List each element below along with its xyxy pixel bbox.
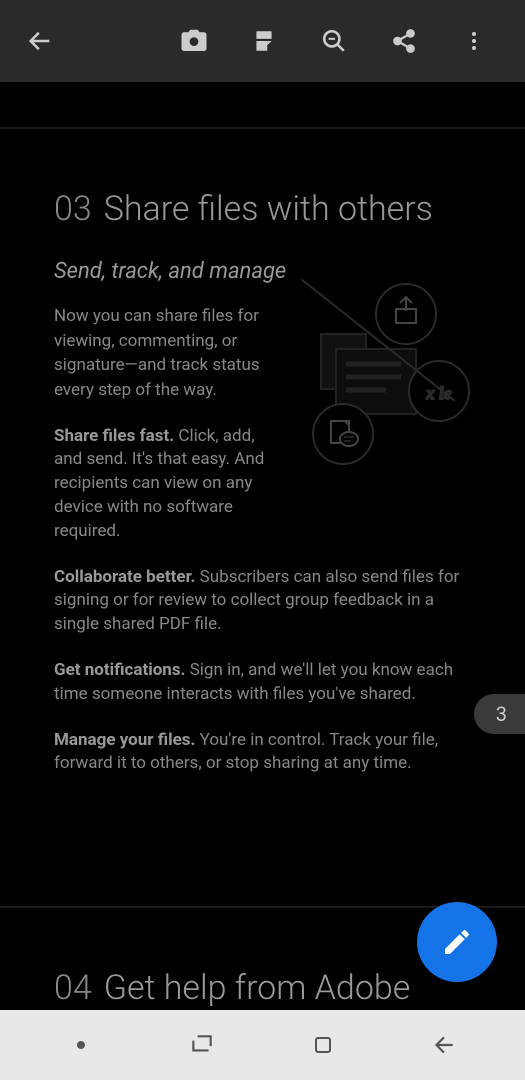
share-illustration-icon: x le <box>301 279 471 479</box>
system-nav-bar <box>0 1010 525 1080</box>
section-intro: Now you can share files for viewing, com… <box>54 304 279 403</box>
bullet-notifications: Get notifications. Sign in, and we'll le… <box>54 659 471 707</box>
nav-back[interactable] <box>404 1025 484 1065</box>
pencil-icon <box>441 926 473 958</box>
back-button[interactable] <box>16 17 64 65</box>
section-number: 03 <box>54 189 92 229</box>
home-icon <box>311 1033 335 1057</box>
back-icon <box>431 1032 457 1058</box>
edit-fab[interactable] <box>417 902 497 982</box>
top-app-bar <box>0 0 525 82</box>
section-number: 04 <box>54 968 92 1008</box>
section-heading: 04 Get help from Adobe <box>54 968 471 1008</box>
camera-button[interactable] <box>159 17 229 65</box>
nav-assistant[interactable] <box>41 1025 121 1065</box>
bullet-bold: Manage your files. <box>54 730 195 750</box>
search-icon <box>321 28 347 54</box>
section-title-text: Share files with others <box>104 189 433 229</box>
bullet-collaborate: Collaborate better. Subscribers can also… <box>54 566 471 637</box>
bullet-bold: Get notifications. <box>54 660 185 680</box>
share-icon <box>391 28 417 54</box>
bullet-bold: Collaborate better. <box>54 567 195 587</box>
share-button[interactable] <box>369 17 439 65</box>
camera-icon <box>179 26 209 56</box>
page-view-button[interactable] <box>229 17 299 65</box>
bullet-manage: Manage your files. You're in control. Tr… <box>54 729 471 777</box>
recents-icon <box>189 1032 215 1058</box>
search-button[interactable] <box>299 17 369 65</box>
bullet-share-fast: Share files fast. Click, add, and send. … <box>54 425 284 544</box>
dot-icon <box>76 1040 86 1050</box>
section-heading: 03 Share files with others <box>54 189 471 229</box>
more-vert-icon <box>462 29 486 53</box>
more-button[interactable] <box>439 17 509 65</box>
svg-text:x le: x le <box>425 383 451 403</box>
section-03: 03 Share files with others Send, track, … <box>0 129 525 816</box>
share-graphic: x le <box>301 279 471 479</box>
section-title-text: Get help from Adobe <box>104 968 411 1008</box>
page-indicator[interactable]: 3 <box>474 694 525 734</box>
document-content[interactable]: 03 Share files with others Send, track, … <box>0 82 525 1018</box>
nav-home[interactable] <box>283 1025 363 1065</box>
page-view-icon <box>251 28 277 54</box>
bullet-bold: Share files fast. <box>54 426 174 446</box>
nav-recents[interactable] <box>162 1025 242 1065</box>
back-arrow-icon <box>26 27 54 55</box>
